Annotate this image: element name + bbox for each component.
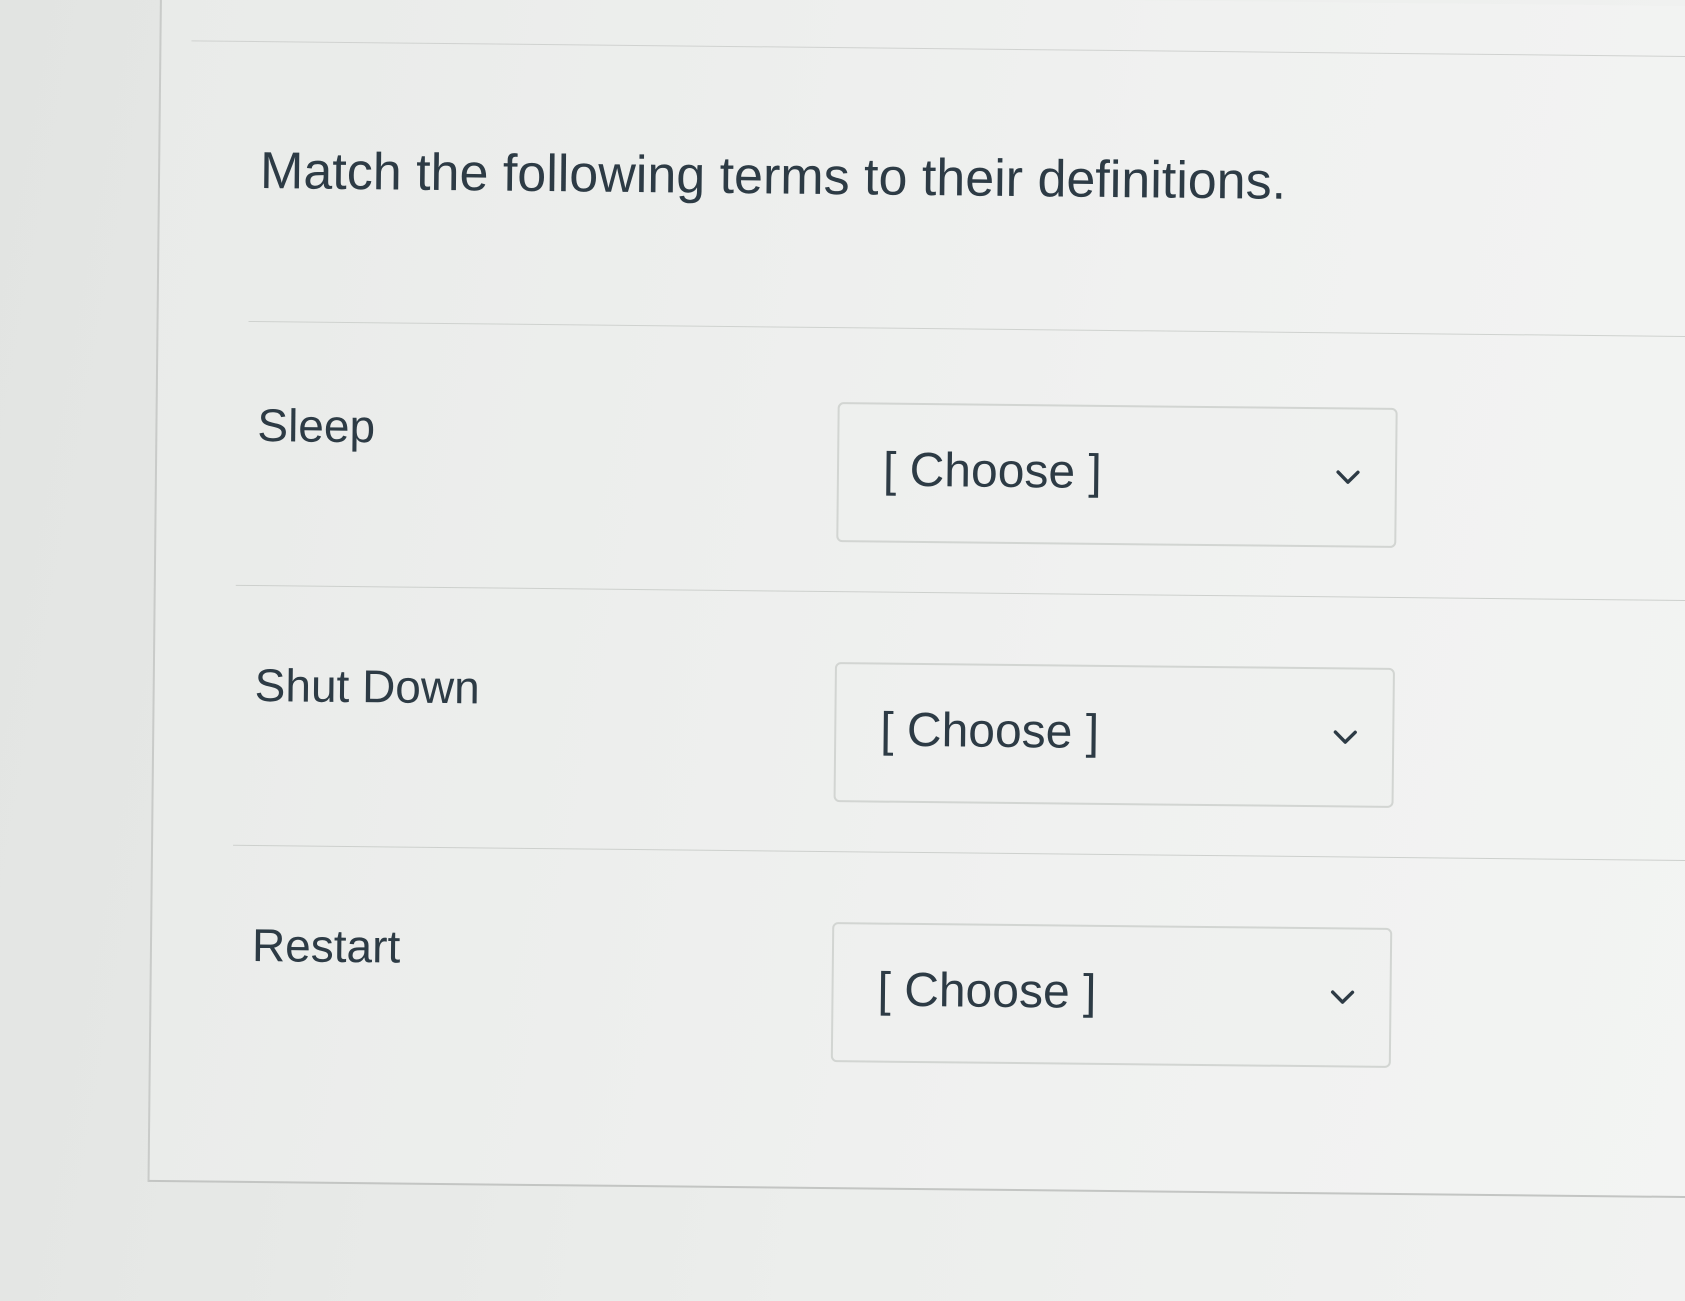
question-prompt: Match the following terms to their defin… — [259, 142, 1287, 211]
chevron-down-icon — [1336, 470, 1360, 484]
term-label: Shut Down — [254, 659, 481, 714]
definition-select-shut-down[interactable]: [ Choose ] — [833, 662, 1395, 808]
match-row-sleep: Sleep [ Choose ] — [235, 326, 1685, 602]
card-top-divider — [191, 40, 1685, 58]
term-label: Sleep — [257, 399, 376, 453]
page: Match the following terms to their defin… — [0, 0, 1685, 1301]
select-value: [ Choose ] — [882, 443, 1103, 499]
question-card: Match the following terms to their defin… — [147, 0, 1685, 1199]
match-row-restart: Restart [ Choose ] — [230, 846, 1685, 1121]
definition-select-restart[interactable]: [ Choose ] — [830, 922, 1393, 1068]
match-row-shut-down: Shut Down [ Choose ] — [233, 586, 1685, 862]
definition-select-sleep[interactable]: [ Choose ] — [836, 402, 1398, 548]
term-label: Restart — [251, 919, 401, 973]
select-value: [ Choose ] — [880, 703, 1100, 759]
select-value: [ Choose ] — [877, 963, 1097, 1019]
chevron-down-icon — [1333, 730, 1357, 744]
chevron-down-icon — [1330, 990, 1355, 1004]
